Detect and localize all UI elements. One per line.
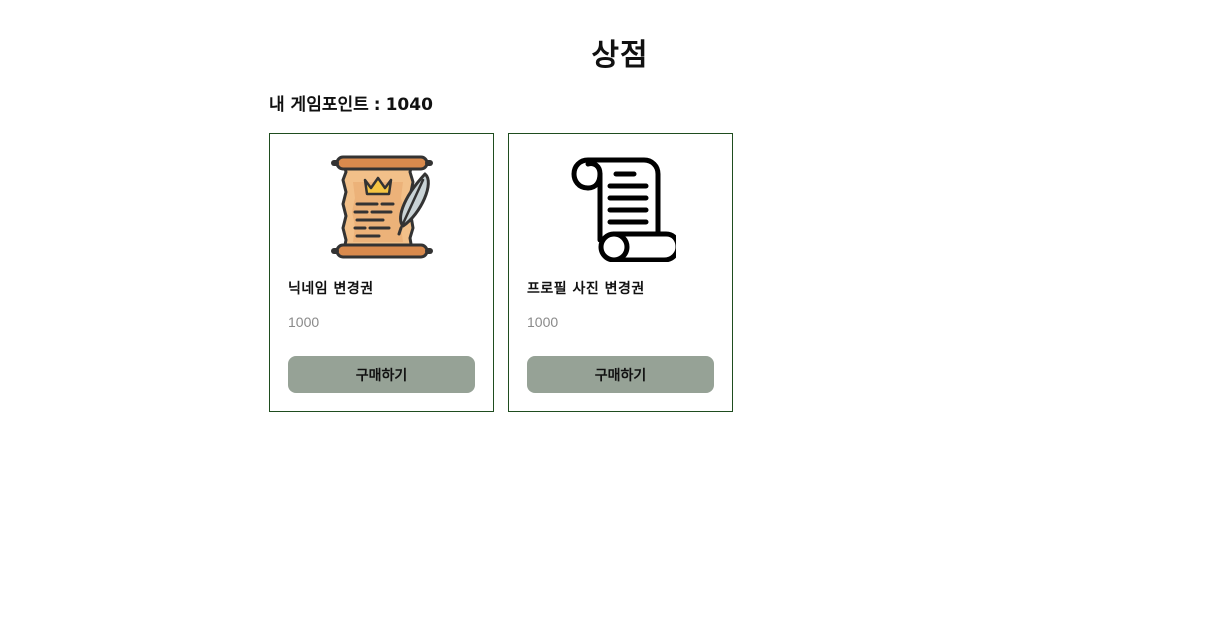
royal-scroll-quill-icon	[327, 152, 437, 262]
game-points-separator: :	[373, 95, 381, 115]
buy-button-nickname[interactable]: 구매하기	[288, 356, 475, 393]
item-card-profile-photo: 프로필 사진 변경권 1000 구매하기	[508, 133, 733, 412]
item-price: 1000	[288, 314, 320, 330]
item-name: 프로필 사진 변경권	[527, 281, 645, 297]
scroll-icon	[566, 152, 676, 262]
buy-button-profile-photo[interactable]: 구매하기	[527, 356, 714, 393]
shop-page: 상점 내 게임포인트:1040 닉네임 변경권 1000 구매하기 프로필 사진…	[0, 0, 1215, 619]
game-points-value: 1040	[385, 95, 433, 115]
item-name: 닉네임 변경권	[288, 281, 374, 297]
page-title: 상점	[591, 38, 649, 73]
item-list: 닉네임 변경권 1000 구매하기 프로필 사진 변경권 1000 구매하기	[269, 133, 733, 412]
game-points-label: 내 게임포인트	[269, 95, 369, 115]
item-card-nickname: 닉네임 변경권 1000 구매하기	[269, 133, 494, 412]
item-price: 1000	[527, 314, 559, 330]
game-points: 내 게임포인트:1040	[269, 93, 433, 117]
